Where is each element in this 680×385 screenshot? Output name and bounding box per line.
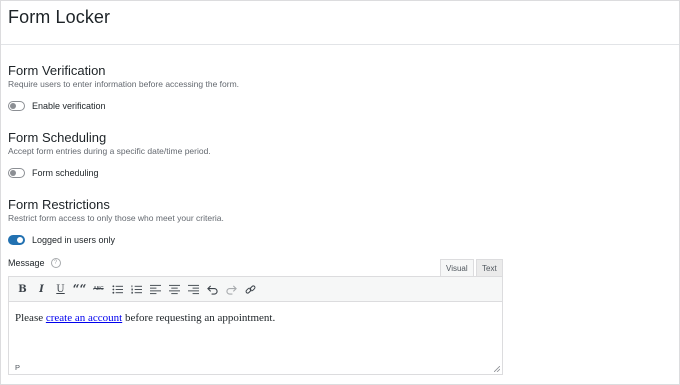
toggle-knob bbox=[10, 170, 16, 176]
strikethrough-button[interactable]: ABC bbox=[89, 280, 108, 299]
strikethrough-icon: ABC bbox=[93, 286, 104, 292]
message-label: Message ? bbox=[8, 258, 61, 268]
bullet-list-button[interactable] bbox=[108, 280, 127, 299]
message-editor[interactable]: B I U ““ ABC Please create an account be… bbox=[8, 276, 503, 375]
toggle-row-enable-verification[interactable]: Enable verification bbox=[8, 100, 106, 112]
editor-statusbar: P bbox=[9, 362, 502, 374]
logged-in-users-only-toggle[interactable] bbox=[8, 235, 25, 245]
content-text-before: Please bbox=[15, 312, 46, 324]
section-description-form-scheduling: Accept form entries during a specific da… bbox=[8, 146, 211, 156]
redo-button[interactable] bbox=[222, 280, 241, 299]
tab-visual[interactable]: Visual bbox=[440, 259, 474, 276]
toggle-label: Form scheduling bbox=[32, 168, 99, 178]
section-title-form-restrictions: Form Restrictions bbox=[8, 197, 110, 212]
toggle-label: Logged in users only bbox=[32, 235, 116, 245]
redo-icon bbox=[226, 284, 237, 295]
toggle-knob bbox=[17, 237, 23, 243]
toggle-row-logged-in-users-only[interactable]: Logged in users only bbox=[8, 234, 115, 246]
form-locker-panel: Form Locker Form Verification Require us… bbox=[0, 0, 680, 385]
align-center-button[interactable] bbox=[165, 280, 184, 299]
editor-toolbar: B I U ““ ABC bbox=[9, 277, 502, 302]
editor-content[interactable]: Please create an account before requesti… bbox=[15, 312, 275, 324]
italic-icon: I bbox=[39, 283, 44, 295]
blockquote-button[interactable]: ““ bbox=[70, 280, 89, 299]
numbered-list-button[interactable] bbox=[127, 280, 146, 299]
help-icon[interactable]: ? bbox=[50, 258, 61, 268]
link-button[interactable] bbox=[241, 280, 260, 299]
undo-button[interactable] bbox=[203, 280, 222, 299]
create-account-link[interactable]: create an account bbox=[46, 312, 122, 324]
toggle-knob bbox=[10, 103, 16, 109]
align-center-icon bbox=[169, 284, 180, 294]
bold-icon: B bbox=[18, 283, 27, 295]
align-right-button[interactable] bbox=[184, 280, 203, 299]
toggle-label: Enable verification bbox=[32, 101, 106, 111]
numbered-list-icon bbox=[131, 284, 142, 294]
resize-handle-icon[interactable] bbox=[494, 366, 500, 372]
section-description-form-verification: Require users to enter information befor… bbox=[8, 79, 240, 89]
tab-text[interactable]: Text bbox=[476, 259, 503, 276]
link-icon bbox=[245, 284, 256, 294]
section-description-form-restrictions: Restrict form access to only those who m… bbox=[8, 213, 224, 223]
undo-icon bbox=[207, 284, 218, 295]
align-left-icon bbox=[150, 284, 161, 294]
element-path[interactable]: P bbox=[15, 362, 20, 374]
content-text-after: before requesting an appointment. bbox=[122, 312, 276, 324]
bullet-list-icon bbox=[112, 284, 123, 294]
bold-button[interactable]: B bbox=[13, 280, 32, 299]
align-left-button[interactable] bbox=[146, 280, 165, 299]
blockquote-icon: ““ bbox=[72, 282, 87, 296]
panel-header: Form Locker bbox=[1, 1, 679, 45]
underline-button[interactable]: U bbox=[51, 280, 70, 299]
enable-verification-toggle[interactable] bbox=[8, 101, 25, 111]
section-title-form-scheduling: Form Scheduling bbox=[8, 130, 107, 145]
page-title: Form Locker bbox=[8, 7, 111, 27]
align-right-icon bbox=[188, 284, 199, 294]
form-scheduling-toggle[interactable] bbox=[8, 168, 25, 178]
message-label-text: Message bbox=[8, 258, 45, 268]
section-title-form-verification: Form Verification bbox=[8, 63, 106, 78]
toggle-row-form-scheduling[interactable]: Form scheduling bbox=[8, 167, 99, 179]
italic-button[interactable]: I bbox=[32, 280, 51, 299]
underline-icon: U bbox=[56, 283, 65, 295]
